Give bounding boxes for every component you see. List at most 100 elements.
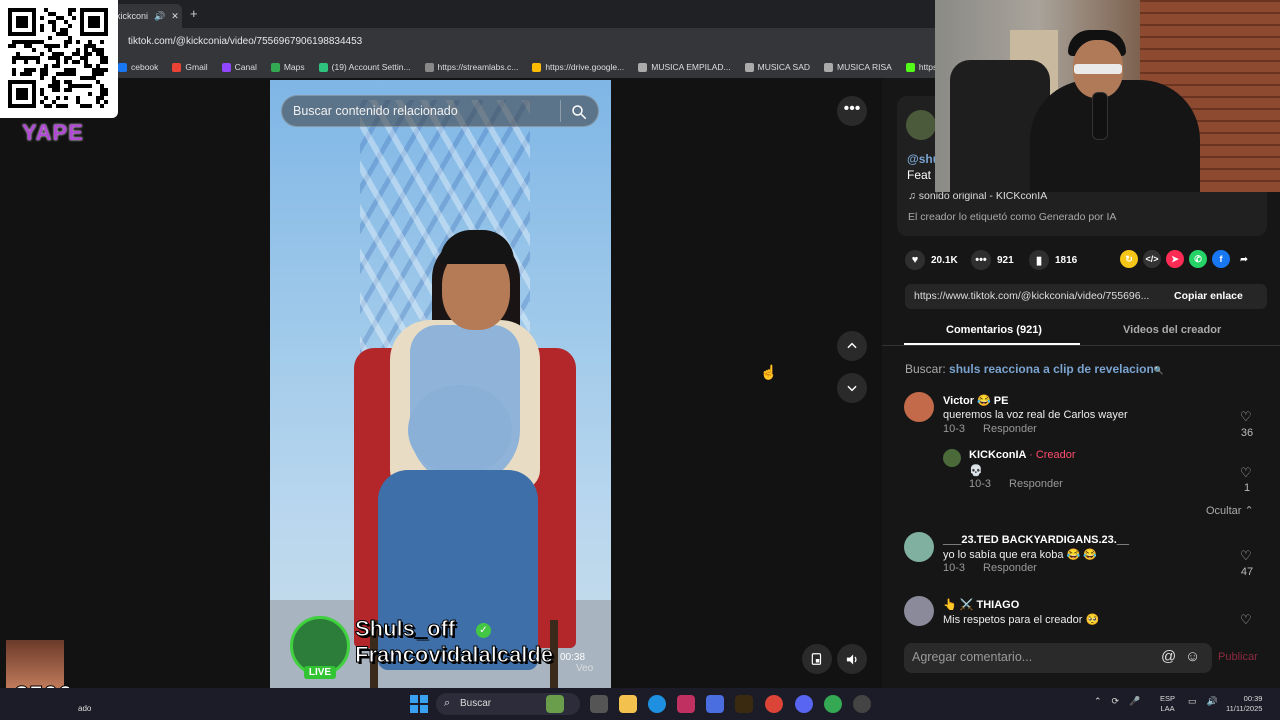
emoji-icon[interactable]: ☺	[1185, 648, 1200, 665]
edge-icon[interactable]	[648, 695, 666, 713]
reply-button[interactable]: Responder	[1009, 478, 1063, 490]
more-options-button[interactable]: •••	[837, 96, 867, 126]
commenter-name[interactable]: ___23.TED BACKYARDIGANS.23.__	[943, 534, 1129, 546]
reply-button[interactable]: Responder	[983, 423, 1037, 435]
guest-name: Francovidalalcalde	[354, 642, 554, 668]
hide-replies-label: Ocultar	[1206, 505, 1242, 517]
publish-button[interactable]: Publicar	[1218, 651, 1258, 663]
bookmark-item[interactable]: cebook	[118, 62, 158, 72]
mic-tray-icon[interactable]: 🎤	[1129, 696, 1140, 707]
commenter-name[interactable]: 👆 ⚔️ THIAGO	[943, 598, 1019, 611]
bookmark-item[interactable]: MUSICA SAD	[744, 62, 811, 72]
bookmark-icon	[424, 62, 434, 72]
copilot-icon[interactable]	[706, 695, 724, 713]
comment-button[interactable]: ••• 921	[971, 250, 1014, 270]
bookmark-label: Gmail	[185, 62, 208, 72]
next-video-button[interactable]	[837, 373, 867, 403]
windows-taskbar	[0, 688, 1280, 720]
lang-bottom: LAA	[1160, 704, 1175, 713]
bookmark-icon	[638, 62, 648, 72]
network-icon[interactable]: ▭	[1188, 696, 1197, 707]
comment-like-icon[interactable]: ♡	[1240, 409, 1252, 425]
volume-icon	[846, 654, 857, 664]
creator-avatar[interactable]	[906, 110, 936, 140]
repost-icon[interactable]: ↻	[1120, 250, 1138, 268]
taskbar-clock[interactable]: 00:39 11/11/2025	[1226, 694, 1262, 714]
tray-chevron-icon[interactable]: ⌃	[1094, 696, 1102, 707]
comment-like-icon[interactable]: ♡	[1240, 548, 1252, 564]
facebook-icon[interactable]: f	[1212, 250, 1230, 268]
bookmark-icon	[532, 62, 542, 72]
sync-icon[interactable]: ⟳	[1112, 696, 1120, 707]
obs-icon[interactable]	[853, 695, 871, 713]
embed-icon[interactable]: </>	[1143, 250, 1161, 268]
app-icon[interactable]	[677, 695, 695, 713]
video-link[interactable]: https://www.tiktok.com/@kickconia/video/…	[914, 290, 1149, 302]
discord-icon[interactable]	[795, 695, 813, 713]
comment-meta: 10-3 Responder	[969, 478, 1063, 490]
hide-replies-button[interactable]: Ocultar ⌃	[1206, 504, 1254, 517]
save-button[interactable]: ▮ 1816	[1029, 250, 1077, 270]
video-player[interactable]	[270, 80, 611, 688]
speaker-icon[interactable]: 🔊	[154, 11, 165, 22]
system-tray: ⌃ ⟳ 🎤	[1094, 696, 1140, 707]
like-button[interactable]: ♥ 20.1K	[905, 250, 958, 270]
volume-button[interactable]	[837, 644, 867, 674]
bookmark-item[interactable]: Maps	[270, 62, 305, 72]
video-time: 00:38	[560, 652, 586, 663]
bookmark-item[interactable]: (19) Account Settin...	[318, 62, 411, 72]
previous-video-button[interactable]	[837, 331, 867, 361]
whatsapp-icon[interactable]: ✆	[1189, 250, 1207, 268]
chrome-active-icon[interactable]	[824, 695, 842, 713]
close-tab-icon[interactable]: ✕	[171, 11, 179, 22]
comment-date: 10-3	[943, 423, 966, 435]
bookmark-item[interactable]: Gmail	[172, 62, 208, 72]
send-icon[interactable]: ➤	[1166, 250, 1184, 268]
mention-icon[interactable]: @	[1161, 648, 1176, 665]
file-explorer-icon[interactable]	[619, 695, 637, 713]
miniplayer-button[interactable]	[802, 644, 832, 674]
clock-date: 11/11/2025	[1226, 704, 1263, 713]
qr-code-icon	[8, 8, 108, 108]
taskbar-left-label: ado	[78, 704, 92, 713]
tray-icons: ▭ 🔊	[1188, 696, 1218, 707]
commenter-avatar[interactable]	[904, 532, 934, 562]
url-text[interactable]: tiktok.com/@kickconia/video/755696790619…	[128, 36, 362, 47]
bookmark-item[interactable]: MUSICA RISA	[824, 62, 892, 72]
video-description: Feat	[907, 168, 932, 182]
share-arrow-icon[interactable]: ➦	[1235, 250, 1253, 268]
comment-like-icon[interactable]: ♡	[1240, 612, 1252, 628]
commenter-name[interactable]: Victor 😂 PE	[943, 394, 1008, 407]
chrome-icon[interactable]	[765, 695, 783, 713]
bookmark-item[interactable]: MUSICA EMPILAD...	[638, 62, 731, 72]
yape-label: YAPE	[22, 120, 84, 145]
copy-link-button[interactable]: Copiar enlace	[1174, 290, 1243, 302]
search-suggestion[interactable]: Buscar: shuls reacciona a clip de revela…	[905, 362, 1164, 376]
bookmark-label: MUSICA SAD	[757, 62, 811, 72]
bookmark-icon: ▮	[1029, 250, 1049, 270]
bookmark-item[interactable]: https://streamlabs.c...	[424, 62, 518, 72]
new-tab-button[interactable]: +	[190, 6, 198, 21]
commenter-avatar[interactable]	[943, 449, 961, 467]
browser-tab[interactable]: kickconi 🔊 ✕	[112, 4, 182, 28]
search-small-icon: 🔍	[1153, 366, 1164, 375]
commenter-avatar[interactable]	[904, 596, 934, 626]
game-app-icon[interactable]	[546, 695, 564, 713]
bookmark-icon	[318, 62, 328, 72]
commenter-avatar[interactable]	[904, 392, 934, 422]
comment-like-icon[interactable]: ♡	[1240, 465, 1252, 481]
bookmark-item[interactable]: https://drive.google...	[532, 62, 624, 72]
search-icon[interactable]	[570, 103, 588, 126]
tab-creator-videos[interactable]: Videos del creador	[1123, 324, 1221, 336]
language-indicator[interactable]: ESP LAA	[1160, 694, 1175, 714]
task-view-icon[interactable]	[590, 695, 608, 713]
streamer-body	[1030, 80, 1200, 192]
tab-comments[interactable]: Comentarios (921)	[946, 324, 1042, 336]
reply-button[interactable]: Responder	[983, 562, 1037, 574]
comment-like-count: 36	[1240, 427, 1254, 439]
bookmark-item[interactable]: Canal	[221, 62, 257, 72]
warcraft-icon[interactable]	[735, 695, 753, 713]
commenter-name[interactable]: KICKconIA · Creador	[969, 449, 1076, 461]
volume-tray-icon[interactable]: 🔊	[1207, 696, 1218, 707]
start-button[interactable]	[410, 695, 428, 713]
